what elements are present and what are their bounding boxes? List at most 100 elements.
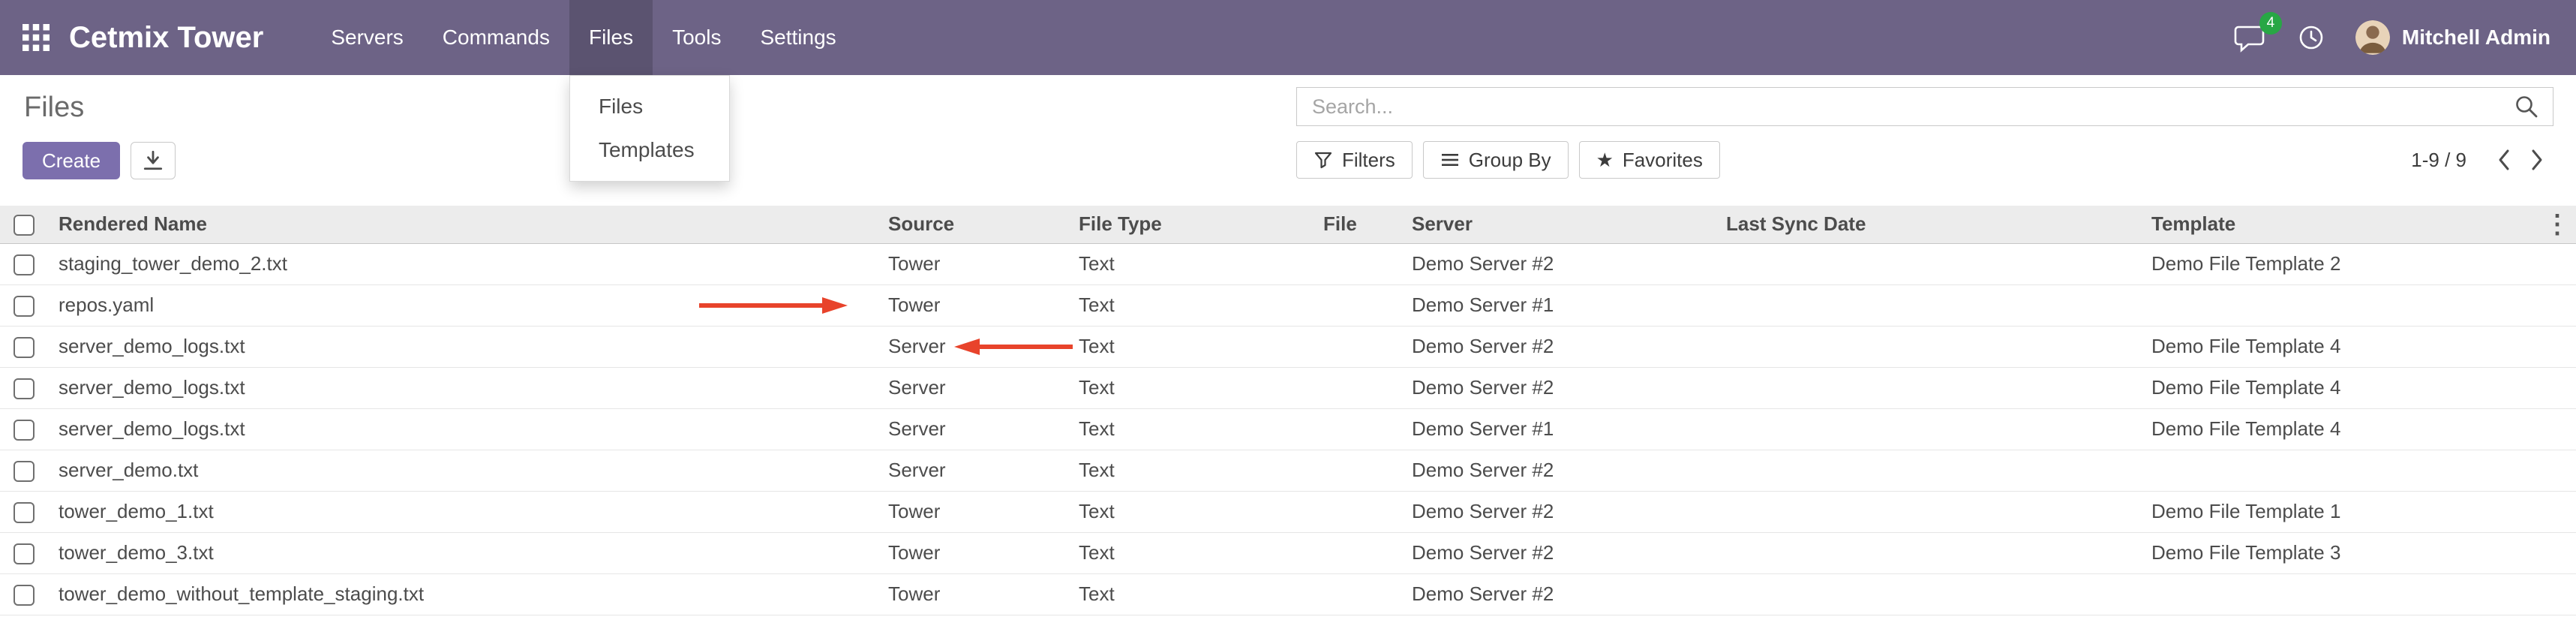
cell-options — [2538, 573, 2576, 615]
cell-rendered-name: server_demo_logs.txt — [48, 326, 878, 367]
cell-file-type: Text — [1068, 284, 1313, 326]
cell-server: Demo Server #1 — [1401, 408, 1716, 450]
star-icon: ★ — [1596, 150, 1614, 170]
user-menu[interactable]: Mitchell Admin — [2402, 26, 2550, 50]
table-row[interactable]: server_demo_logs.txt Server Text Demo Se… — [0, 326, 2576, 367]
navbar: Cetmix Tower Servers Commands Files File… — [0, 0, 2576, 75]
table-row[interactable]: server_demo_logs.txt Server Text Demo Se… — [0, 367, 2576, 408]
cell-last-sync-date — [1716, 532, 2141, 573]
cell-last-sync-date — [1716, 326, 2141, 367]
row-select-cell — [0, 408, 48, 450]
group-by-label: Group By — [1469, 149, 1551, 172]
column-header-last-sync-date[interactable]: Last Sync Date — [1716, 206, 2141, 243]
cell-rendered-name: tower_demo_1.txt — [48, 491, 878, 532]
column-header-template[interactable]: Template — [2141, 206, 2538, 243]
dropdown-item-files[interactable]: Files — [570, 85, 729, 128]
cell-file-type: Text — [1068, 243, 1313, 284]
row-checkbox[interactable] — [14, 296, 35, 317]
table-row[interactable]: server_demo_logs.txt Server Text Demo Se… — [0, 408, 2576, 450]
user-photo-icon — [2355, 20, 2390, 55]
dropdown-item-templates[interactable]: Templates — [570, 128, 729, 172]
table-row[interactable]: server_demo.txt Server Text Demo Server … — [0, 450, 2576, 491]
cell-last-sync-date — [1716, 367, 2141, 408]
cell-options — [2538, 284, 2576, 326]
cell-last-sync-date — [1716, 284, 2141, 326]
cell-file — [1313, 450, 1401, 491]
filter-funnel-icon — [1314, 150, 1333, 170]
table-row[interactable]: repos.yaml Tower Text Demo Server #1 — [0, 284, 2576, 326]
search-input[interactable] — [1311, 95, 2514, 119]
brand-title: Cetmix Tower — [69, 21, 263, 55]
clock-icon — [2297, 23, 2325, 52]
cell-server: Demo Server #2 — [1401, 450, 1716, 491]
export-button[interactable] — [131, 142, 176, 179]
row-select-cell — [0, 573, 48, 615]
cell-options — [2538, 367, 2576, 408]
pager-previous-button[interactable] — [2487, 145, 2520, 175]
table-row[interactable]: tower_demo_without_template_staging.txt … — [0, 573, 2576, 615]
select-all-checkbox[interactable] — [14, 215, 35, 236]
pager: 1-9 / 9 — [2411, 145, 2553, 175]
cell-rendered-name: tower_demo_3.txt — [48, 532, 878, 573]
row-checkbox[interactable] — [14, 378, 35, 399]
cell-server: Demo Server #2 — [1401, 491, 1716, 532]
table-row[interactable]: tower_demo_3.txt Tower Text Demo Server … — [0, 532, 2576, 573]
row-checkbox[interactable] — [14, 337, 35, 358]
filters-label: Filters — [1342, 149, 1395, 172]
favorites-label: Favorites — [1623, 149, 1703, 172]
navbar-right: 4 Mitchell Admin — [2204, 20, 2576, 55]
cell-file — [1313, 367, 1401, 408]
cell-source: Server — [878, 367, 1068, 408]
nav-item-label: Files — [589, 26, 633, 50]
control-panel: Files Create Filters — [0, 75, 2576, 206]
pager-next-button[interactable] — [2520, 145, 2553, 175]
group-by-icon — [1440, 150, 1460, 170]
create-button[interactable]: Create — [23, 142, 120, 179]
nav-item-settings[interactable]: Settings — [740, 0, 855, 75]
nav-item-label: Commands — [443, 26, 550, 50]
column-header-file[interactable]: File — [1313, 206, 1401, 243]
row-checkbox[interactable] — [14, 502, 35, 523]
nav-item-commands[interactable]: Commands — [423, 0, 569, 75]
column-header-file-type[interactable]: File Type — [1068, 206, 1313, 243]
group-by-button[interactable]: Group By — [1423, 141, 1569, 179]
column-header-server[interactable]: Server — [1401, 206, 1716, 243]
cell-server: Demo Server #2 — [1401, 243, 1716, 284]
chevron-left-icon — [2496, 148, 2511, 172]
apps-menu-icon[interactable] — [23, 24, 50, 51]
activity-button[interactable] — [2297, 23, 2325, 52]
nav-item-label: Settings — [760, 26, 836, 50]
cell-server: Demo Server #2 — [1401, 573, 1716, 615]
search-icon[interactable] — [2514, 94, 2539, 119]
column-header-source[interactable]: Source — [878, 206, 1068, 243]
cell-options — [2538, 243, 2576, 284]
row-checkbox[interactable] — [14, 461, 35, 482]
nav-item-servers[interactable]: Servers — [311, 0, 422, 75]
cell-last-sync-date — [1716, 243, 2141, 284]
cell-file — [1313, 243, 1401, 284]
filters-button[interactable]: Filters — [1296, 141, 1413, 179]
nav-item-files[interactable]: Files Files Templates — [569, 0, 653, 75]
row-checkbox[interactable] — [14, 420, 35, 441]
column-header-rendered-name[interactable]: Rendered Name — [48, 206, 878, 243]
cell-file-type: Text — [1068, 573, 1313, 615]
row-checkbox[interactable] — [14, 254, 35, 275]
row-checkbox[interactable] — [14, 585, 35, 606]
favorites-button[interactable]: ★ Favorites — [1579, 141, 1720, 179]
cell-template: Demo File Template 3 — [2141, 532, 2538, 573]
cell-options — [2538, 326, 2576, 367]
cell-source: Tower — [878, 573, 1068, 615]
cell-file — [1313, 532, 1401, 573]
messages-button[interactable]: 4 — [2234, 23, 2267, 53]
cell-rendered-name: repos.yaml — [48, 284, 878, 326]
cell-template: Demo File Template 2 — [2141, 243, 2538, 284]
avatar[interactable] — [2355, 20, 2390, 55]
cell-source: Server — [878, 408, 1068, 450]
cell-source: Tower — [878, 532, 1068, 573]
table-row[interactable]: tower_demo_1.txt Tower Text Demo Server … — [0, 491, 2576, 532]
files-dropdown-menu: Files Templates — [569, 75, 730, 182]
nav-item-tools[interactable]: Tools — [653, 0, 740, 75]
column-options-button[interactable]: ⋮ — [2538, 206, 2576, 243]
row-checkbox[interactable] — [14, 543, 35, 564]
table-row[interactable]: staging_tower_demo_2.txt Tower Text Demo… — [0, 243, 2576, 284]
